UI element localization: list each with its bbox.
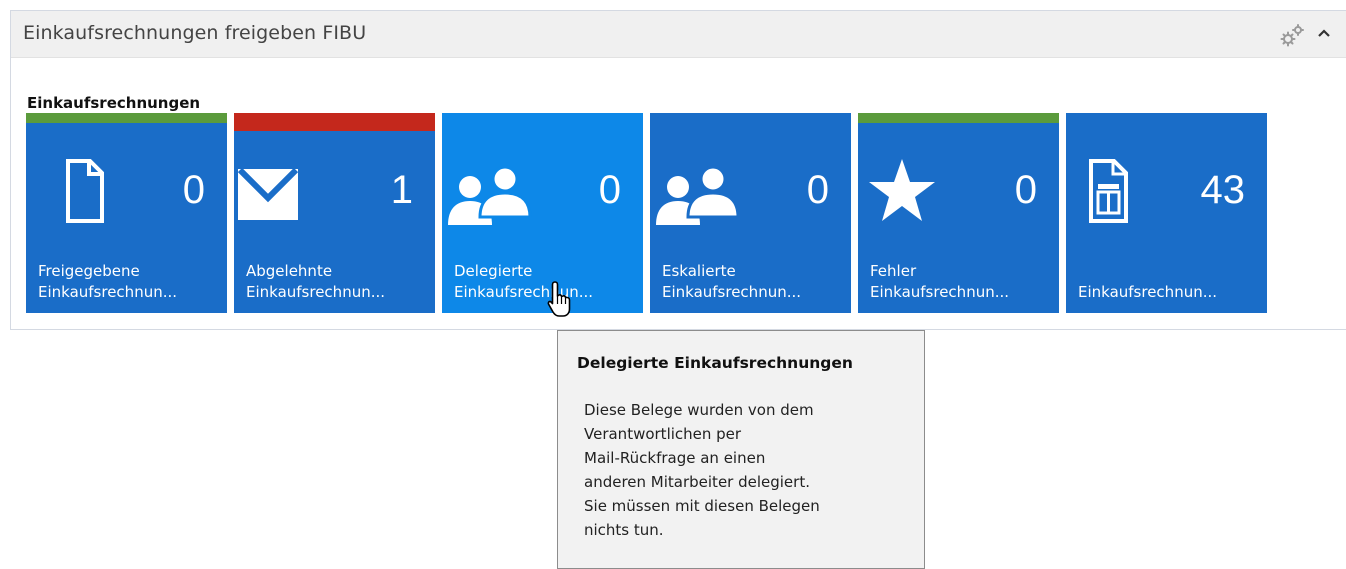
tile-abgelehnte[interactable]: 1 Abgelehnte Einkaufsrechnun...	[234, 113, 435, 313]
users-icon	[448, 165, 532, 225]
tile-count: 0	[1014, 168, 1037, 212]
tile-eskalierte[interactable]: 0 Eskalierte Einkaufsrechnun...	[650, 113, 851, 313]
chevron-up-icon[interactable]	[1316, 25, 1332, 41]
tile-count: 1	[390, 168, 413, 212]
panel-header: Einkaufsrechnungen freigeben FIBU	[11, 11, 1346, 58]
status-stripe	[234, 113, 435, 131]
tile-label: Fehler Einkaufsrechnun...	[870, 262, 1010, 301]
tile-count: 43	[1200, 168, 1246, 212]
tile-label: Freigegebene Einkaufsrechnun...	[38, 262, 178, 301]
tile-fehler[interactable]: 0 Fehler Einkaufsrechnun...	[858, 113, 1059, 313]
tile-count: 0	[806, 168, 829, 212]
star-icon	[869, 159, 935, 221]
tile-label: Einkaufsrechnun...	[1078, 283, 1218, 301]
invoice-icon	[1089, 159, 1128, 223]
status-stripe	[26, 113, 227, 123]
users-icon	[656, 165, 740, 225]
group-title: Einkaufsrechnungen	[27, 94, 201, 112]
document-icon	[66, 159, 104, 223]
tooltip: Delegierte Einkaufsrechnungen Diese Bele…	[557, 330, 925, 569]
hand-cursor-icon	[547, 281, 571, 317]
tile-count: 0	[598, 168, 621, 212]
tile-einkaufsrechnungen[interactable]: 43 Einkaufsrechnun...	[1066, 113, 1267, 313]
tile-delegierte[interactable]: 0 Delegierte Einkaufsrechnun...	[442, 113, 643, 313]
status-stripe	[858, 113, 1059, 123]
tile-label: Abgelehnte Einkaufsrechnun...	[246, 262, 386, 301]
envelope-icon	[237, 167, 299, 220]
tile-label: Eskalierte Einkaufsrechnun...	[662, 262, 802, 301]
tile-label: Delegierte Einkaufsrechnun...	[454, 262, 594, 301]
panel-title: Einkaufsrechnungen freigeben FIBU	[23, 22, 367, 44]
gear-icon[interactable]	[1279, 23, 1305, 47]
tile-freigegebene[interactable]: 0 Freigegebene Einkaufsrechnun...	[26, 113, 227, 313]
tile-count: 0	[182, 168, 205, 212]
tooltip-body: Diese Belege wurden von dem Verantwortli…	[584, 401, 820, 539]
tooltip-title: Delegierte Einkaufsrechnungen	[577, 354, 853, 372]
